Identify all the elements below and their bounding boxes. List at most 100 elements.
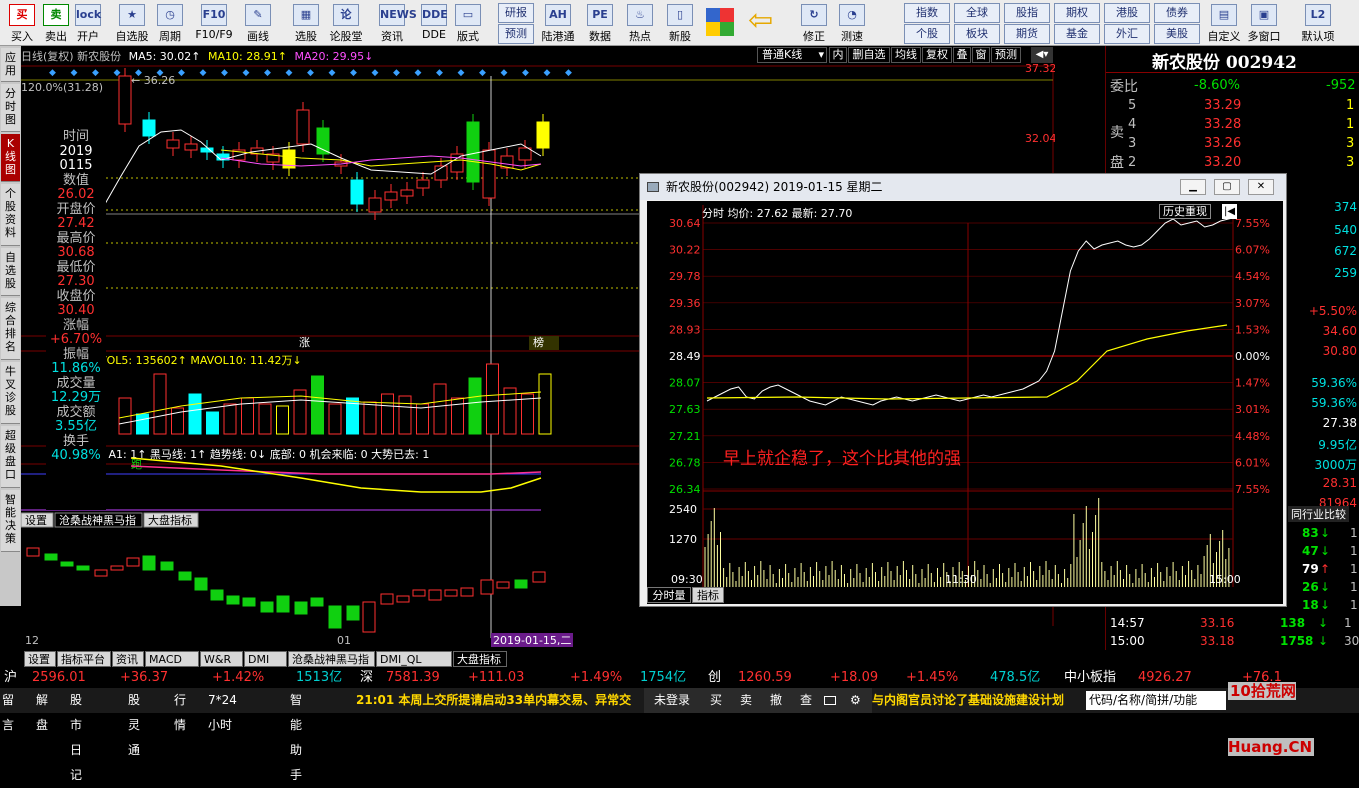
intraday-chart-area[interactable]: 30.64 7.55% 30.22 6.07% 29.78 4.54% 29.36 3.07%… bbox=[647, 201, 1283, 604]
toolbar-mini-btn-10[interactable]: 期货 bbox=[1004, 24, 1050, 44]
toolbar-btn-19[interactable]: ▣ 多窗口 bbox=[1246, 2, 1282, 44]
compare-val-4: 18 bbox=[1302, 598, 1319, 612]
bottom-tab-6[interactable]: 沧桑战神黑马指 bbox=[288, 651, 375, 667]
toolbar-mini-btn-6[interactable]: 港股 bbox=[1104, 3, 1150, 23]
bottom-tab-1[interactable]: 指标平台 bbox=[57, 651, 111, 667]
bottom-tab-2[interactable]: 资讯 bbox=[112, 651, 144, 667]
left-tab-5[interactable]: 综合排名 bbox=[1, 298, 20, 360]
toolbar-mini-btn-12[interactable]: 外汇 bbox=[1104, 24, 1150, 44]
status-item-1[interactable]: 解盘 bbox=[36, 688, 48, 738]
kline-tool-2[interactable]: 均线 bbox=[891, 47, 921, 63]
indicator-tab-1[interactable]: 沧桑战神黑马指 bbox=[54, 512, 143, 528]
ask-price-0: 33.29 bbox=[1204, 98, 1242, 113]
window-icon[interactable] bbox=[824, 696, 836, 705]
close-icon[interactable]: ✕ bbox=[1248, 179, 1274, 195]
back-arrow-icon[interactable]: ⇦ bbox=[748, 6, 782, 38]
toolbar-mini-btn-9[interactable]: 板块 bbox=[954, 24, 1000, 44]
toolbar-btn-13[interactable]: PE 数据 bbox=[582, 2, 618, 44]
left-tab-6[interactable]: 牛叉诊股 bbox=[1, 362, 20, 424]
news-ticker[interactable]: 21:01 本周上交所提请启动33单内幕交易、异常交 bbox=[356, 688, 644, 713]
toolbar-btn-8[interactable]: 论论股堂 bbox=[328, 2, 364, 44]
toolbar-btn-12[interactable]: AH 陆港通 bbox=[540, 2, 576, 44]
news-ticker-2[interactable]: 与内阁官员讨论了基础设施建设计划 bbox=[872, 688, 1084, 713]
left-tab-1[interactable]: 分时图 bbox=[1, 84, 20, 132]
toolbar-btn-11[interactable]: ▭ 版式 bbox=[450, 2, 486, 44]
history-replay-button[interactable]: 历史重现 bbox=[1159, 204, 1211, 219]
bottom-tab-4[interactable]: W&R bbox=[200, 651, 243, 667]
toolbar-btn-5[interactable]: F10 F10/F9 bbox=[192, 2, 236, 44]
kline-tool-3[interactable]: 复权 bbox=[922, 47, 952, 63]
toolbar-btn-0[interactable]: 买买入 bbox=[4, 2, 40, 44]
toolbar-mini-btn-3[interactable]: 全球 bbox=[954, 3, 1000, 23]
toolbar-mini-btn-7[interactable]: 债券 bbox=[1154, 3, 1200, 23]
popup-titlebar[interactable]: 新农股份(002942) 2019-01-15 星期二 ▁ ▢ ✕ bbox=[640, 174, 1286, 200]
toolbar-btn-20[interactable]: L2 默认项 bbox=[1300, 2, 1336, 44]
toolbar-mini-btn-0[interactable]: 研报 bbox=[498, 3, 534, 23]
status-item-2[interactable]: 股市日记 bbox=[70, 688, 82, 788]
kline-tool-1[interactable]: 删自选 bbox=[848, 47, 890, 63]
toolbar-mini-btn-1[interactable]: 预测 bbox=[498, 24, 534, 44]
bottom-tab-5[interactable]: DMI bbox=[244, 651, 287, 667]
toolbar-mini-btn-2[interactable]: 指数 bbox=[904, 3, 950, 23]
kline-tool-5[interactable]: 窗 bbox=[972, 47, 990, 63]
left-tab-0[interactable]: 应用 bbox=[1, 48, 20, 82]
trade-action-1[interactable]: 卖 bbox=[740, 688, 752, 713]
toolbar-btn-16[interactable]: ↻ 修正 bbox=[796, 2, 832, 44]
toolbar-btn-9[interactable]: NEWS 资讯 bbox=[374, 2, 417, 44]
intraday-chart[interactable]: 30.64 7.55% 30.22 6.07% 29.78 4.54% 29.36 3.07%… bbox=[647, 201, 1283, 604]
left-tab-4[interactable]: 自选股 bbox=[1, 248, 20, 296]
status-item-0[interactable]: 留言 bbox=[2, 688, 14, 738]
indicator-tab-2[interactable]: 大盘指标 bbox=[143, 512, 199, 528]
toolbar-btn-2[interactable]: lock 开户 bbox=[70, 2, 106, 44]
toolbar-btn-15[interactable]: ▯ 新股 bbox=[662, 2, 698, 44]
collapse-icon[interactable]: |◀ bbox=[1222, 204, 1237, 219]
minimize-icon[interactable]: ▁ bbox=[1180, 179, 1206, 195]
toolbar-btn-4[interactable]: ◷ 周期 bbox=[152, 2, 188, 44]
gear-icon[interactable]: ⚙ bbox=[850, 688, 861, 713]
status-item-4[interactable]: 行情 bbox=[174, 688, 186, 738]
bottom-tab-3[interactable]: MACD bbox=[145, 651, 199, 667]
toolbar-mini-btn-11[interactable]: 基金 bbox=[1054, 24, 1100, 44]
trade-action-3[interactable]: 查 bbox=[800, 688, 812, 713]
toolbar-mini-btn-5[interactable]: 期权 bbox=[1054, 3, 1100, 23]
toolbar-mini-btn-4[interactable]: 股指 bbox=[1004, 3, 1050, 23]
toolbar-btn-10[interactable]: DDE DDE bbox=[416, 2, 452, 44]
left-tab-7[interactable]: 超级盘口 bbox=[1, 426, 20, 488]
bottom-tab-7[interactable]: DMI_QL bbox=[376, 651, 452, 667]
status-item-5[interactable]: 7*24小时 bbox=[208, 688, 237, 738]
lower-candle-4 bbox=[94, 569, 108, 577]
popup-tab-0[interactable]: 分时量 bbox=[647, 587, 691, 603]
maximize-icon[interactable]: ▢ bbox=[1214, 179, 1240, 195]
toolbar-btn-3[interactable]: ★ 自选股 bbox=[110, 2, 154, 44]
search-box[interactable]: 代码/名称/简拼/功能 bbox=[1086, 691, 1226, 710]
indicator-tab-0[interactable]: 设置 bbox=[21, 512, 54, 528]
bottom-tab-0[interactable]: 设置 bbox=[24, 651, 56, 667]
toolbar-mini-btn-13[interactable]: 美股 bbox=[1154, 24, 1200, 44]
kline-tool-6[interactable]: 预测 bbox=[991, 47, 1021, 63]
popup-tab-1[interactable]: 指标 bbox=[692, 587, 724, 603]
bottom-tab-8[interactable]: 大盘指标 bbox=[453, 651, 507, 667]
toolbar-btn-14[interactable]: ♨ 热点 bbox=[622, 2, 658, 44]
left-tab-8[interactable]: 智能决策 bbox=[1, 490, 20, 552]
status-item-6[interactable]: 智能助手 bbox=[290, 688, 302, 788]
kline-type-dropdown[interactable]: 普通K线 ▾ bbox=[757, 47, 827, 63]
intraday-popup-window[interactable]: 新农股份(002942) 2019-01-15 星期二 ▁ ▢ ✕ 30.64 7… bbox=[639, 173, 1287, 607]
trade-action-2[interactable]: 撤 bbox=[770, 688, 782, 713]
lower-candle-30 bbox=[532, 571, 546, 583]
trade-action-0[interactable]: 买 bbox=[710, 688, 722, 713]
toolbar-btn-6[interactable]: ✎ 画线 bbox=[240, 2, 276, 44]
toolbar-btn-1[interactable]: 卖卖出 bbox=[38, 2, 74, 44]
login-status[interactable]: 未登录 bbox=[654, 688, 690, 713]
left-tab-3[interactable]: 个股资料 bbox=[1, 184, 20, 246]
kline-tool-0[interactable]: 内 bbox=[829, 47, 847, 63]
kline-tool-4[interactable]: 叠 bbox=[953, 47, 971, 63]
site-watermark: 10拾荒网 Huang.CN bbox=[1228, 660, 1359, 756]
toolbar-mini-btn-8[interactable]: 个股 bbox=[904, 24, 950, 44]
toolbar-btn-18[interactable]: ▤ 自定义 bbox=[1206, 2, 1242, 44]
color-grid-icon[interactable] bbox=[706, 8, 734, 36]
toolbar-btn-17[interactable]: ◔ 测速 bbox=[834, 2, 870, 44]
toolbar-btn-7[interactable]: ▦ 选股 bbox=[288, 2, 324, 44]
status-item-3[interactable]: 股灵通 bbox=[128, 688, 140, 763]
kline-more-icon[interactable]: ◀▾ bbox=[1031, 47, 1053, 63]
left-tab-2[interactable]: K线图 bbox=[1, 134, 20, 182]
